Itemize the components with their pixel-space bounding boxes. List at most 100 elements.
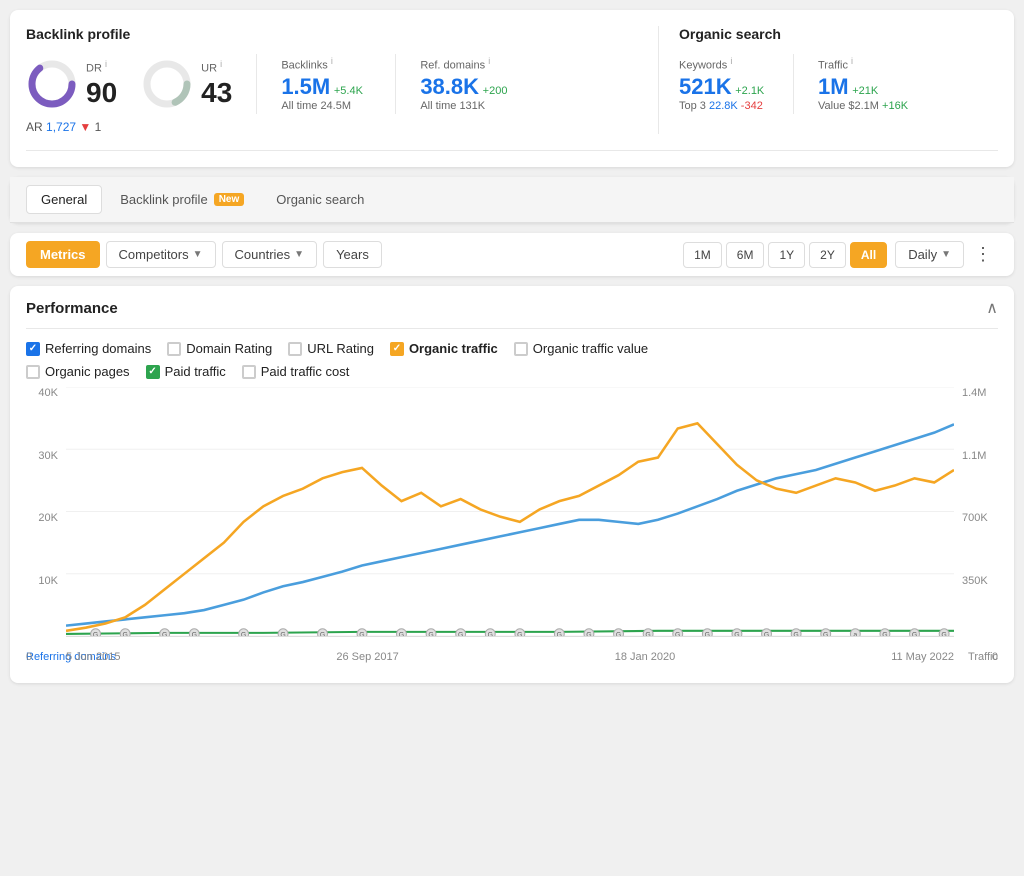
svg-text:G: G xyxy=(941,631,946,636)
cb-url-rating-box xyxy=(288,342,302,356)
svg-text:G: G xyxy=(557,631,562,636)
svg-text:G: G xyxy=(517,631,522,636)
more-options-button[interactable]: ⋮ xyxy=(968,242,998,267)
ref-domains-value: 38.8K xyxy=(420,74,479,99)
traffic-label: Traffic i xyxy=(818,56,908,72)
svg-text:G: G xyxy=(823,631,828,636)
tabs-bar: General Backlink profile New Organic sea… xyxy=(10,177,1014,223)
tab-backlink-profile[interactable]: Backlink profile New xyxy=(106,185,258,214)
ur-value: 43 xyxy=(201,77,232,109)
chart-svg: G G G G G G G G G G G G G G G G G xyxy=(66,387,954,636)
svg-text:G: G xyxy=(320,631,325,636)
svg-text:G: G xyxy=(793,631,798,636)
period-1m-button[interactable]: 1M xyxy=(683,242,722,268)
x-zero-left: 0 xyxy=(26,651,32,663)
competitors-dropdown[interactable]: Competitors ▼ xyxy=(106,241,216,268)
backlinks-delta: +5.4K xyxy=(334,85,363,97)
tab-organic-search[interactable]: Organic search xyxy=(262,185,378,214)
cb-domain-rating[interactable]: Domain Rating xyxy=(167,341,272,356)
svg-text:G: G xyxy=(93,631,98,636)
chart-canvas: G G G G G G G G G G G G G G G G G xyxy=(66,387,954,637)
svg-text:G: G xyxy=(458,631,463,636)
period-2y-button[interactable]: 2Y xyxy=(809,242,846,268)
traffic-value: 1M xyxy=(818,74,849,99)
interval-dropdown[interactable]: Daily ▼ xyxy=(895,241,964,268)
svg-text:G: G xyxy=(488,631,493,636)
ur-label: UR i xyxy=(201,59,232,75)
cb-organic-traffic-value[interactable]: Organic traffic value xyxy=(514,341,648,356)
ar-value: 1,727 xyxy=(46,120,76,134)
svg-text:G: G xyxy=(428,631,433,636)
ref-domains-alltime: All time 131K xyxy=(420,100,510,112)
ur-donut-chart xyxy=(141,58,193,110)
traffic-delta: +21K xyxy=(852,85,878,97)
interval-chevron-icon: ▼ xyxy=(941,249,951,260)
right-axis-ticks: 1.4M 1.1M 700K 350K xyxy=(958,387,998,637)
keywords-label: Keywords i xyxy=(679,56,769,72)
competitors-chevron-icon: ▼ xyxy=(193,249,203,260)
cb-url-rating[interactable]: URL Rating xyxy=(288,341,374,356)
cb-referring-domains[interactable]: ✓ Referring domains xyxy=(26,341,151,356)
svg-text:G: G xyxy=(280,631,285,636)
svg-text:G: G xyxy=(675,631,680,636)
cb-organic-pages-box xyxy=(26,365,40,379)
x-label-1: 5 Jun 2015 xyxy=(66,651,120,663)
svg-text:G: G xyxy=(359,631,364,636)
x-zero-right: 0 xyxy=(992,651,998,663)
svg-text:G: G xyxy=(616,631,621,636)
backlinks-value: 1.5M xyxy=(281,74,330,99)
x-label-2: 26 Sep 2017 xyxy=(336,651,398,663)
cb-organic-traffic[interactable]: ✓ Organic traffic xyxy=(390,341,498,356)
checkbox-row-2: Organic pages ✓ Paid traffic Paid traffi… xyxy=(26,364,998,379)
svg-text:G: G xyxy=(764,631,769,636)
svg-text:G: G xyxy=(882,631,887,636)
svg-text:G: G xyxy=(645,631,650,636)
ref-domains-delta: +200 xyxy=(483,85,508,97)
cb-paid-traffic-cost[interactable]: Paid traffic cost xyxy=(242,364,350,379)
organic-search-title: Organic search xyxy=(679,26,998,42)
performance-title: Performance xyxy=(26,300,118,317)
cb-organic-pages[interactable]: Organic pages xyxy=(26,364,130,379)
cb-organic-traffic-value-box xyxy=(514,342,528,356)
countries-dropdown[interactable]: Countries ▼ xyxy=(222,241,318,268)
x-axis-labels: 5 Jun 2015 26 Sep 2017 18 Jan 2020 11 Ma… xyxy=(66,639,954,667)
svg-text:G: G xyxy=(734,631,739,636)
svg-text:G: G xyxy=(399,631,404,636)
backlink-profile-title: Backlink profile xyxy=(26,26,638,42)
cb-referring-domains-box: ✓ xyxy=(26,342,40,356)
svg-text:G: G xyxy=(912,631,917,636)
new-badge: New xyxy=(214,193,245,206)
keywords-delta: +2.1K xyxy=(735,85,764,97)
svg-text:G: G xyxy=(705,631,710,636)
svg-text:G: G xyxy=(162,631,167,636)
countries-chevron-icon: ▼ xyxy=(294,249,304,260)
dr-value: 90 xyxy=(86,77,117,109)
x-label-4: 11 May 2022 xyxy=(891,651,954,663)
tab-general[interactable]: General xyxy=(26,185,102,214)
checkbox-row-1: ✓ Referring domains Domain Rating URL Ra… xyxy=(26,341,998,356)
left-axis-ticks: 40K 30K 20K 10K xyxy=(26,387,62,637)
period-all-button[interactable]: All xyxy=(850,242,887,268)
svg-text:G: G xyxy=(241,631,246,636)
ar-delta: 1 xyxy=(95,120,102,134)
cb-domain-rating-box xyxy=(167,342,181,356)
ref-domains-label: Ref. domains i xyxy=(420,56,510,72)
metrics-button[interactable]: Metrics xyxy=(26,241,100,268)
period-1y-button[interactable]: 1Y xyxy=(768,242,805,268)
keywords-value: 521K xyxy=(679,74,732,99)
cb-paid-traffic-cost-box xyxy=(242,365,256,379)
svg-text:a: a xyxy=(853,631,857,636)
ar-row: AR 1,727 ▼ 1 xyxy=(26,120,638,134)
keywords-sub: Top 3 22.8K -342 xyxy=(679,100,769,112)
years-button[interactable]: Years xyxy=(323,241,382,268)
dr-label: DR i xyxy=(86,59,117,75)
backlinks-label: Backlinks i xyxy=(281,56,371,72)
svg-text:G: G xyxy=(192,631,197,636)
period-6m-button[interactable]: 6M xyxy=(726,242,765,268)
backlinks-alltime: All time 24.5M xyxy=(281,100,371,112)
cb-paid-traffic[interactable]: ✓ Paid traffic xyxy=(146,364,226,379)
dr-donut-chart xyxy=(26,58,78,110)
x-label-3: 18 Jan 2020 xyxy=(615,651,676,663)
collapse-icon[interactable]: ∧ xyxy=(986,298,998,318)
traffic-sub: Value $2.1M +16K xyxy=(818,100,908,112)
